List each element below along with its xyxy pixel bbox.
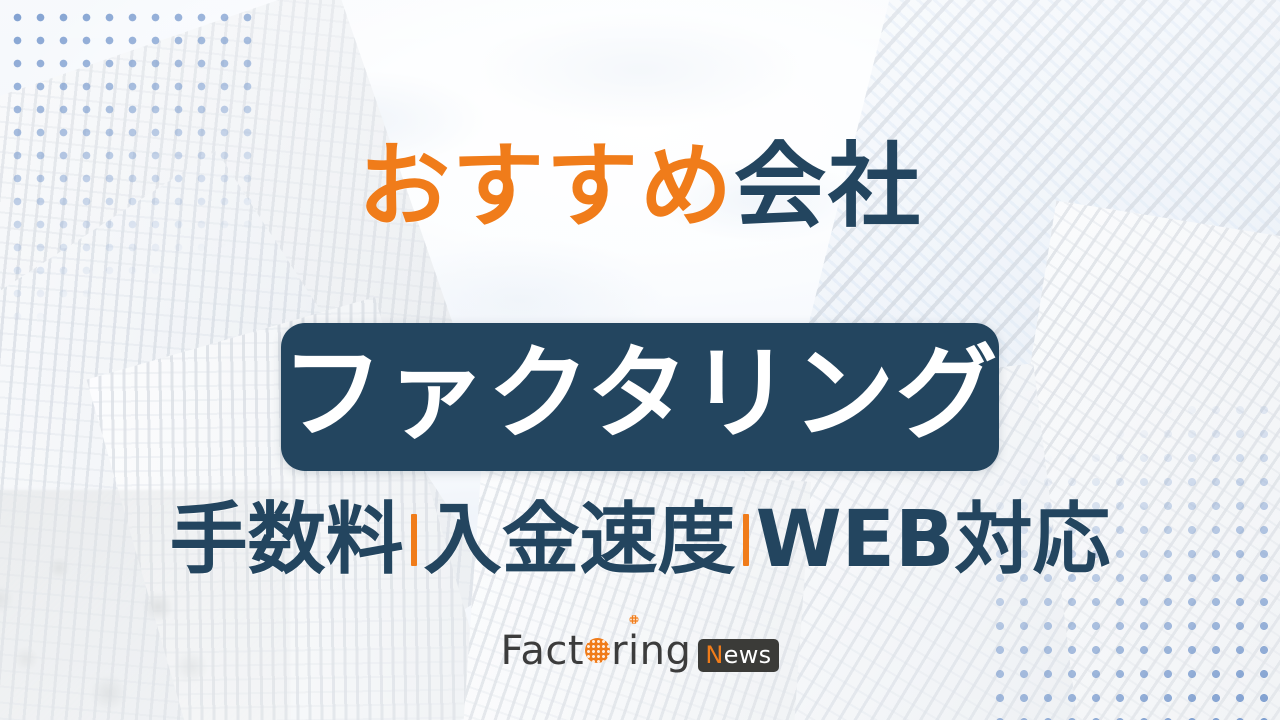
headline-accent-word: おすすめ	[357, 133, 734, 240]
logo-badge-initial: N	[705, 641, 724, 670]
logo-halftone-o-icon	[585, 637, 611, 663]
logo-text-part-2: r	[611, 627, 629, 674]
keyword-highlight-box: ファクタリング	[281, 322, 999, 471]
logo-i-stem: i	[628, 627, 640, 674]
subline-features: 手数料 入金速度 WEB対応	[170, 501, 1111, 579]
logo-wordmark: Fact r i ng	[500, 614, 692, 674]
logo-text-part-3: ng	[639, 627, 692, 674]
subline-item-web-support: WEB対応	[755, 494, 1111, 585]
subline-item-payment-speed: 入金速度	[423, 494, 736, 585]
keyword-text: ファクタリング	[281, 334, 999, 454]
site-logo: Fact r i ng News	[500, 614, 780, 674]
subline-item-fee: 手数料	[169, 494, 404, 585]
subline-divider-icon	[742, 513, 749, 566]
subline-divider-icon	[410, 513, 417, 566]
headline-top: おすすめ会社	[358, 141, 922, 233]
logo-i-dot-icon	[629, 614, 639, 624]
logo-text-part-1: Fact	[500, 627, 585, 674]
logo-news-badge: News	[698, 639, 780, 673]
headline-plain-word: 会社	[734, 133, 923, 240]
hero-banner: おすすめ会社 ファクタリング 手数料 入金速度 WEB対応 Fact r i ng N…	[0, 0, 1280, 720]
logo-letter-i: i	[628, 614, 640, 674]
banner-content: おすすめ会社 ファクタリング 手数料 入金速度 WEB対応 Fact r i ng N…	[0, 0, 1280, 720]
logo-badge-rest: ews	[723, 641, 772, 670]
